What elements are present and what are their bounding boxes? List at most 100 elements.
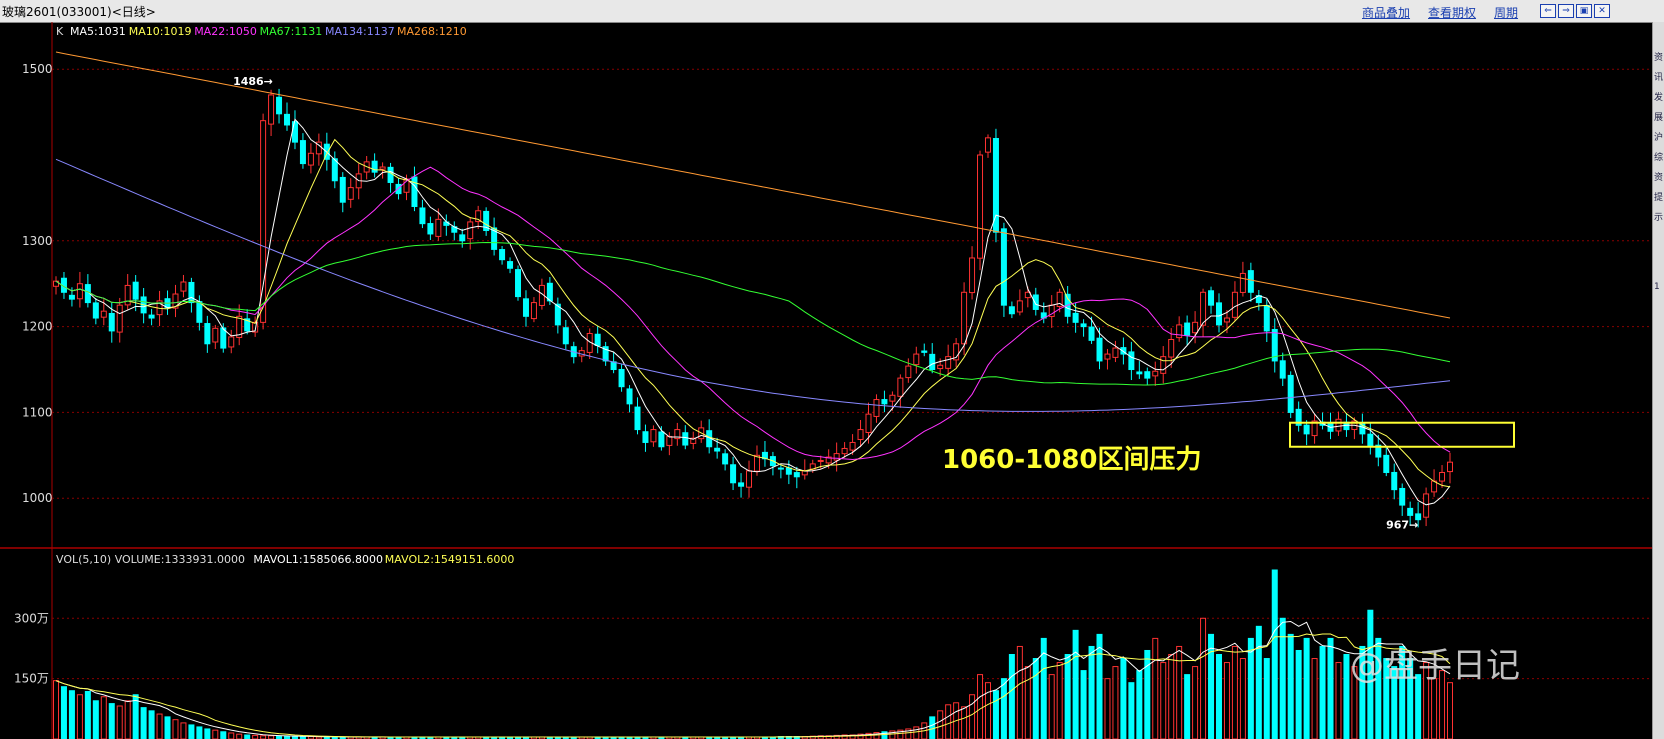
candle-body: [92, 302, 99, 319]
volume-bar: [1255, 625, 1262, 739]
volume-bar: [1064, 654, 1071, 739]
view-options-menu[interactable]: 查看期权: [1428, 4, 1476, 21]
volume-bar: [1160, 662, 1167, 739]
volume-bar: [1311, 658, 1318, 739]
strip-glyph: 示: [1654, 213, 1664, 223]
candle-body: [1160, 356, 1167, 374]
close-icon[interactable]: ✕: [1594, 4, 1610, 18]
candle-body: [1192, 321, 1199, 334]
candle-body: [634, 406, 641, 431]
candle-body: [841, 447, 848, 455]
candle-body: [1335, 418, 1342, 432]
volume-bar: [196, 726, 203, 739]
watermark-text: @盘手日记: [1350, 646, 1520, 686]
ma-legend-entry: MA67:1131: [260, 25, 323, 38]
volume-bar: [984, 682, 991, 739]
candle-body: [594, 333, 601, 346]
candle-body: [180, 281, 187, 292]
candle-body: [515, 269, 522, 298]
candle-body: [1439, 471, 1446, 482]
candle-body: [467, 221, 474, 240]
candle-body: [929, 353, 936, 371]
candle-body: [1279, 360, 1286, 379]
candle-body: [793, 472, 800, 478]
price-tick-label: 1300: [22, 234, 53, 248]
volume-bar: [969, 694, 976, 739]
candle-body: [291, 121, 298, 143]
volume-bar: [140, 707, 147, 739]
volume-bar: [68, 690, 75, 739]
candle-body: [1136, 371, 1143, 375]
volume-bar: [84, 691, 91, 739]
volume-bar: [1056, 662, 1063, 739]
volume-bar: [124, 700, 131, 739]
candle-body: [1000, 228, 1007, 306]
candle-body: [921, 350, 928, 353]
candle-body: [913, 353, 920, 366]
info-side-strip[interactable]: 资 讯 发 展 沪 综 资 提 示 1: [1652, 22, 1664, 739]
volume-bar: [1048, 674, 1055, 739]
volume-bar: [1319, 645, 1326, 739]
prev-icon[interactable]: ⇐: [1540, 4, 1556, 18]
price-tick-label: 1100: [22, 405, 53, 419]
maximize-icon[interactable]: ▣: [1576, 4, 1592, 18]
candle-body: [347, 187, 354, 200]
period-menu[interactable]: 周期: [1494, 4, 1518, 21]
volume-bar: [60, 686, 67, 739]
volume-bar: [1144, 649, 1151, 739]
candle-body: [124, 284, 131, 306]
candle-body: [1176, 324, 1183, 339]
volume-bar: [1112, 666, 1119, 739]
candle-body: [339, 176, 346, 203]
volume-bar: [100, 696, 107, 739]
volume-bar: [108, 703, 115, 739]
volume-bar: [1208, 633, 1215, 739]
candle-body: [299, 140, 306, 165]
candle-body: [435, 218, 442, 237]
candle-body: [618, 368, 625, 388]
volume-bar: [164, 716, 171, 739]
candle-body: [1263, 304, 1270, 332]
volume-bar: [1215, 654, 1222, 739]
candle-body: [228, 336, 235, 348]
candle-body: [284, 113, 291, 126]
candle-body: [522, 298, 529, 317]
volume-bar: [1447, 682, 1453, 739]
candle-body: [1184, 322, 1191, 336]
candle-body: [1367, 433, 1374, 448]
candle-body: [937, 364, 944, 370]
next-icon[interactable]: ⇒: [1558, 4, 1574, 18]
volume-bar: [1303, 637, 1310, 739]
candle-body: [1423, 493, 1430, 518]
kline-chart[interactable]: 15001300120011001000K MA5:1031 MA10:1019 MA…: [0, 22, 1652, 739]
volume-bar: [1343, 654, 1350, 739]
candle-body: [76, 283, 83, 300]
volume-bar: [1104, 678, 1111, 739]
volume-bar: [1295, 649, 1302, 739]
volume-bar: [1223, 662, 1230, 739]
volume-bar: [1008, 654, 1015, 739]
candle-body: [268, 94, 275, 125]
candle-body: [1080, 323, 1087, 328]
strip-glyph: 展: [1654, 113, 1664, 123]
candle-body: [204, 323, 211, 345]
candle-body: [1208, 290, 1215, 306]
volume-bar: [1239, 658, 1246, 739]
candle-body: [897, 377, 904, 397]
volume-bar: [228, 732, 235, 739]
candle-body: [992, 138, 999, 233]
volume-bar: [180, 722, 187, 739]
candle-body: [650, 429, 657, 443]
product-overlay-menu[interactable]: 商品叠加: [1362, 4, 1410, 21]
candle-body: [642, 431, 649, 443]
candle-body: [307, 152, 314, 166]
volume-bar: [1287, 633, 1294, 739]
volume-bar: [945, 704, 952, 739]
volume-bar: [961, 706, 968, 739]
candle-body: [68, 294, 75, 300]
candle-body: [1231, 291, 1238, 318]
strip-glyph: 资: [1654, 53, 1664, 63]
candle-body: [459, 234, 466, 242]
candle-body: [1168, 338, 1175, 358]
candle-body: [148, 314, 155, 319]
